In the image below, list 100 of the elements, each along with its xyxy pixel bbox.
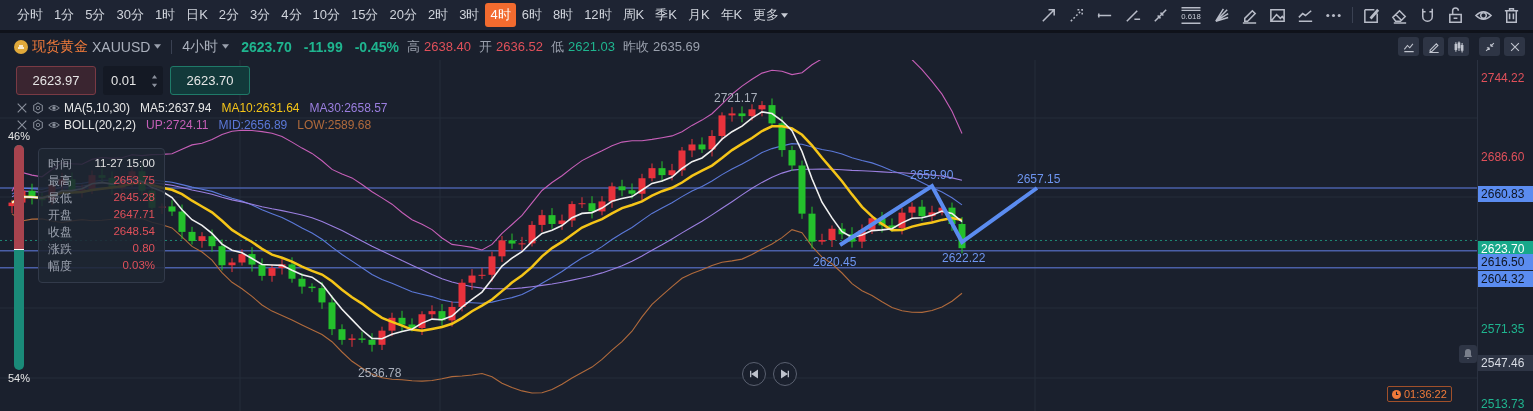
timeframe-tab[interactable]: 20分 — [384, 3, 422, 27]
close-icon[interactable] — [16, 119, 28, 131]
timeframe-tab[interactable]: 1分 — [49, 3, 80, 27]
price-axis-label: 2686.60 — [1480, 149, 1526, 165]
indicator-value: MA10:2631.64 — [221, 101, 300, 115]
timeframe-tab[interactable]: 日K — [181, 3, 213, 27]
indicator-name: BOLL(20,2,2) — [64, 118, 137, 132]
tooltip-value: 2648.54 — [113, 225, 155, 239]
indicator-value: MA5:2637.94 — [140, 101, 212, 115]
price-axis-label: 2513.73 — [1480, 396, 1526, 411]
tooltip-label: 开盘 — [48, 208, 72, 223]
stat-label: 高 — [407, 37, 421, 56]
next-button[interactable] — [773, 362, 797, 386]
tooltip-label: 最高 — [48, 174, 72, 189]
stat-value: 2635.69 — [653, 39, 701, 54]
timeframe-tab[interactable]: 2时 — [422, 3, 454, 27]
stat-label: 低 — [551, 37, 565, 56]
coin-icon — [14, 39, 28, 54]
horizontal-price-line[interactable] — [0, 187, 1478, 189]
bull-percent: 46% — [8, 130, 31, 142]
timeframe-tab[interactable]: 15分 — [346, 3, 384, 27]
timeframe-tab[interactable]: 年K — [715, 3, 748, 27]
tooltip-label: 收盘 — [48, 225, 72, 240]
caret-icon — [781, 12, 789, 18]
timeframe-tab[interactable]: 6时 — [516, 3, 547, 27]
symbol-code[interactable]: XAUUSD — [92, 38, 151, 55]
skip-forward-icon — [780, 369, 790, 379]
tooltip-label: 时间 — [48, 157, 72, 172]
indicator-value: LOW:2589.68 — [297, 118, 372, 132]
indicator-value: UP:2724.11 — [146, 118, 209, 132]
price-axis-label: 2571.35 — [1480, 321, 1526, 337]
skip-back-icon — [749, 369, 759, 379]
trash-icon[interactable] — [1502, 5, 1521, 25]
timeframe-tab[interactable]: 2分 — [213, 3, 245, 27]
tooltip-label: 涨跌 — [48, 242, 72, 257]
timeframe-tab[interactable]: 12时 — [579, 3, 617, 27]
timeframe-tab[interactable]: 1时 — [149, 3, 181, 27]
price-change-percent: -0.45% — [354, 38, 400, 55]
settings-icon[interactable] — [32, 119, 44, 131]
indicator-value: MA30:2658.57 — [309, 101, 388, 115]
timeframe-tab[interactable]: 10分 — [307, 3, 345, 27]
more-menu[interactable]: 更多 — [748, 3, 794, 27]
sell-price-button[interactable]: 2623.97 — [16, 66, 96, 95]
unlock-icon[interactable] — [1446, 5, 1465, 25]
timeframe-tab[interactable]: 3分 — [245, 3, 276, 27]
tooltip-value: 2647.71 — [113, 208, 155, 222]
price-label: 2622.22 — [942, 251, 986, 265]
caret-icon[interactable] — [222, 44, 230, 49]
close-button[interactable] — [1504, 37, 1525, 56]
stat-value: 2636.52 — [496, 39, 544, 54]
eye-icon[interactable] — [48, 119, 60, 131]
price-axis-label: 2616.50 — [1478, 254, 1533, 270]
price-axis-label: 2547.46 — [1478, 355, 1533, 371]
last-price: 2623.70 — [241, 38, 292, 55]
timeframe-tab[interactable]: 季K — [650, 3, 682, 27]
timeframe-tab[interactable]: 8时 — [547, 3, 579, 27]
clock-icon — [1392, 389, 1401, 399]
tooltip-label: 最低 — [48, 191, 72, 206]
collapse-button[interactable] — [1479, 37, 1500, 56]
price-label: 2657.15 — [1017, 172, 1061, 186]
tooltip-value: 2645.28 — [113, 191, 155, 205]
indicator-button[interactable] — [1398, 37, 1419, 56]
timeframe-tab[interactable]: 月K — [682, 3, 715, 27]
candlestick-button[interactable] — [1448, 37, 1469, 56]
stat-label: 开 — [479, 37, 493, 56]
eye-icon[interactable] — [48, 102, 60, 114]
stat-value: 2621.03 — [568, 39, 616, 54]
candlestick-icon — [1451, 39, 1466, 54]
indicator-value: MID:2656.89 — [218, 118, 288, 132]
quantity-field[interactable]: 0.01 — [103, 66, 163, 95]
symbol-name[interactable]: 现货黄金 — [32, 37, 88, 56]
indicator-name: MA(5,10,30) — [64, 101, 131, 115]
price-axis-label: 2660.83 — [1478, 186, 1533, 202]
caret-icon[interactable] — [154, 44, 162, 49]
timeframe-tab[interactable]: 30分 — [111, 3, 149, 27]
tooltip-label: 幅度 — [48, 259, 72, 274]
horizontal-price-line[interactable] — [0, 267, 1478, 269]
tooltip-value: 0.80 — [132, 242, 155, 256]
stat-value: 2638.40 — [424, 39, 472, 54]
stat-label: 昨收 — [623, 37, 650, 56]
pencil-button[interactable] — [1423, 37, 1444, 56]
timeframe-tab[interactable]: 5分 — [80, 3, 111, 27]
tooltip-value: 0.03% — [122, 259, 155, 273]
bell-icon[interactable] — [1459, 345, 1477, 363]
zigzag-drawing[interactable] — [838, 183, 1039, 247]
tooltip-value: 11-27 15:00 — [94, 157, 155, 171]
price-axis-label: 2744.22 — [1480, 70, 1526, 86]
timeframe-tab[interactable]: 4分 — [276, 3, 307, 27]
previous-button[interactable] — [742, 362, 766, 386]
buy-price-button[interactable]: 2623.70 — [170, 66, 250, 95]
tooltip-value: 2653.75 — [113, 174, 155, 188]
price-axis-label: 2604.32 — [1478, 271, 1533, 287]
timeframe-tab[interactable]: 3时 — [454, 3, 485, 27]
settings-icon[interactable] — [32, 102, 44, 114]
interval-selector[interactable]: 4小时 — [182, 37, 219, 56]
close-icon[interactable] — [16, 102, 28, 114]
price-change: -11.99 — [303, 38, 343, 55]
timeframe-tab[interactable]: 周K — [617, 3, 650, 27]
timeframe-tab[interactable]: 分时 — [12, 3, 48, 27]
bear-percent: 54% — [8, 372, 31, 384]
